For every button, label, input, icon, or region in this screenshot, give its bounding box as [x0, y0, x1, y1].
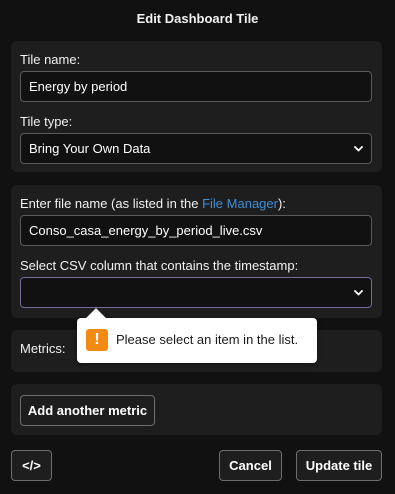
edit-dashboard-tile-dialog: Edit Dashboard Tile Tile name: Energy by… [0, 0, 395, 494]
metrics-label: Metrics: [20, 341, 66, 356]
tile-name-input[interactable]: Energy by period [20, 71, 372, 102]
chevron-down-icon [354, 290, 363, 296]
file-name-label-text: Enter file name (as listed in the [20, 196, 203, 211]
chevron-down-icon [354, 146, 363, 152]
add-metric-panel: Add another metric [11, 384, 382, 435]
cancel-button[interactable]: Cancel [219, 450, 282, 481]
code-view-button[interactable]: </> [11, 450, 52, 481]
file-manager-link[interactable]: File Manager [202, 196, 278, 211]
timestamp-column-select[interactable] [20, 277, 372, 308]
warning-icon-glyph: ! [94, 331, 100, 348]
timestamp-column-label: Select CSV column that contains the time… [20, 258, 299, 273]
tile-type-label: Tile type: [20, 114, 73, 129]
add-metric-button[interactable]: Add another metric [20, 395, 155, 426]
dialog-title: Edit Dashboard Tile [136, 11, 259, 26]
file-name-label: Enter file name (as listed in the File M… [20, 196, 286, 211]
tile-type-select[interactable]: Bring Your Own Data [20, 133, 372, 164]
tile-name-label: Tile name: [20, 52, 81, 67]
warning-icon: ! [86, 329, 108, 351]
tile-settings-panel: Tile name: Energy by period Tile type: B… [11, 41, 382, 172]
file-name-label-suffix: ): [277, 196, 286, 211]
update-tile-button[interactable]: Update tile [296, 450, 382, 481]
validation-message: Please select an item in the list. [116, 332, 299, 347]
tile-type-value: Bring Your Own Data [29, 141, 151, 156]
data-source-panel: Enter file name (as listed in the File M… [11, 185, 382, 318]
file-name-input[interactable]: Conso_casa_energy_by_period_live.csv [20, 215, 372, 246]
validation-tooltip: ! Please select an item in the list. [77, 308, 317, 363]
